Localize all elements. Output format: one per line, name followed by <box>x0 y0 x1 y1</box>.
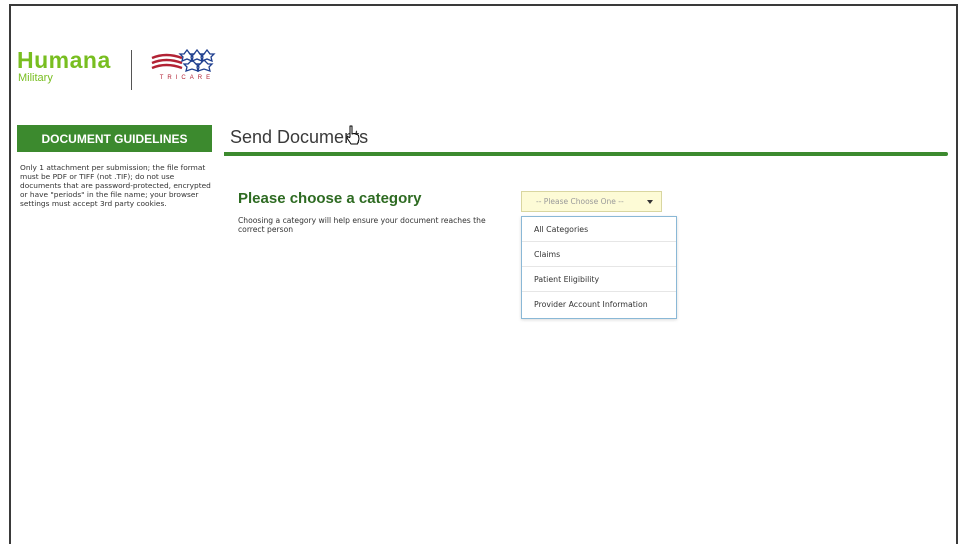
category-heading: Please choose a category <box>238 190 422 207</box>
option-all-categories[interactable]: All Categories <box>522 217 676 242</box>
document-guidelines-header: DOCUMENT GUIDELINES <box>17 125 212 152</box>
option-provider-account-information[interactable]: Provider Account Information <box>522 292 676 317</box>
document-guidelines-text: Only 1 attachment per submission; the fi… <box>20 163 211 208</box>
title-divider <box>224 152 948 156</box>
option-patient-eligibility[interactable]: Patient Eligibility <box>522 267 676 292</box>
tricare-logo-text: TRICARE <box>159 75 215 81</box>
category-select-value: -- Please Choose One -- <box>536 197 624 206</box>
category-select[interactable]: -- Please Choose One -- <box>521 191 662 212</box>
humana-military-logo[interactable]: Humana Military <box>17 48 111 84</box>
tricare-logo[interactable]: TRICARE <box>148 48 238 88</box>
logo-divider <box>130 50 132 90</box>
military-logo-text: Military <box>18 72 53 84</box>
header-logos: Humana Military TRICARE <box>17 48 238 94</box>
humana-logo-text: Humana <box>17 47 111 73</box>
category-dropdown-menu: All Categories Claims Patient Eligibilit… <box>521 216 677 319</box>
option-claims[interactable]: Claims <box>522 242 676 267</box>
hand-pointer-cursor-icon <box>346 125 360 145</box>
tricare-flag-icon <box>151 48 216 72</box>
category-help-text: Choosing a category will help ensure you… <box>238 216 486 234</box>
chevron-down-icon <box>647 200 653 204</box>
